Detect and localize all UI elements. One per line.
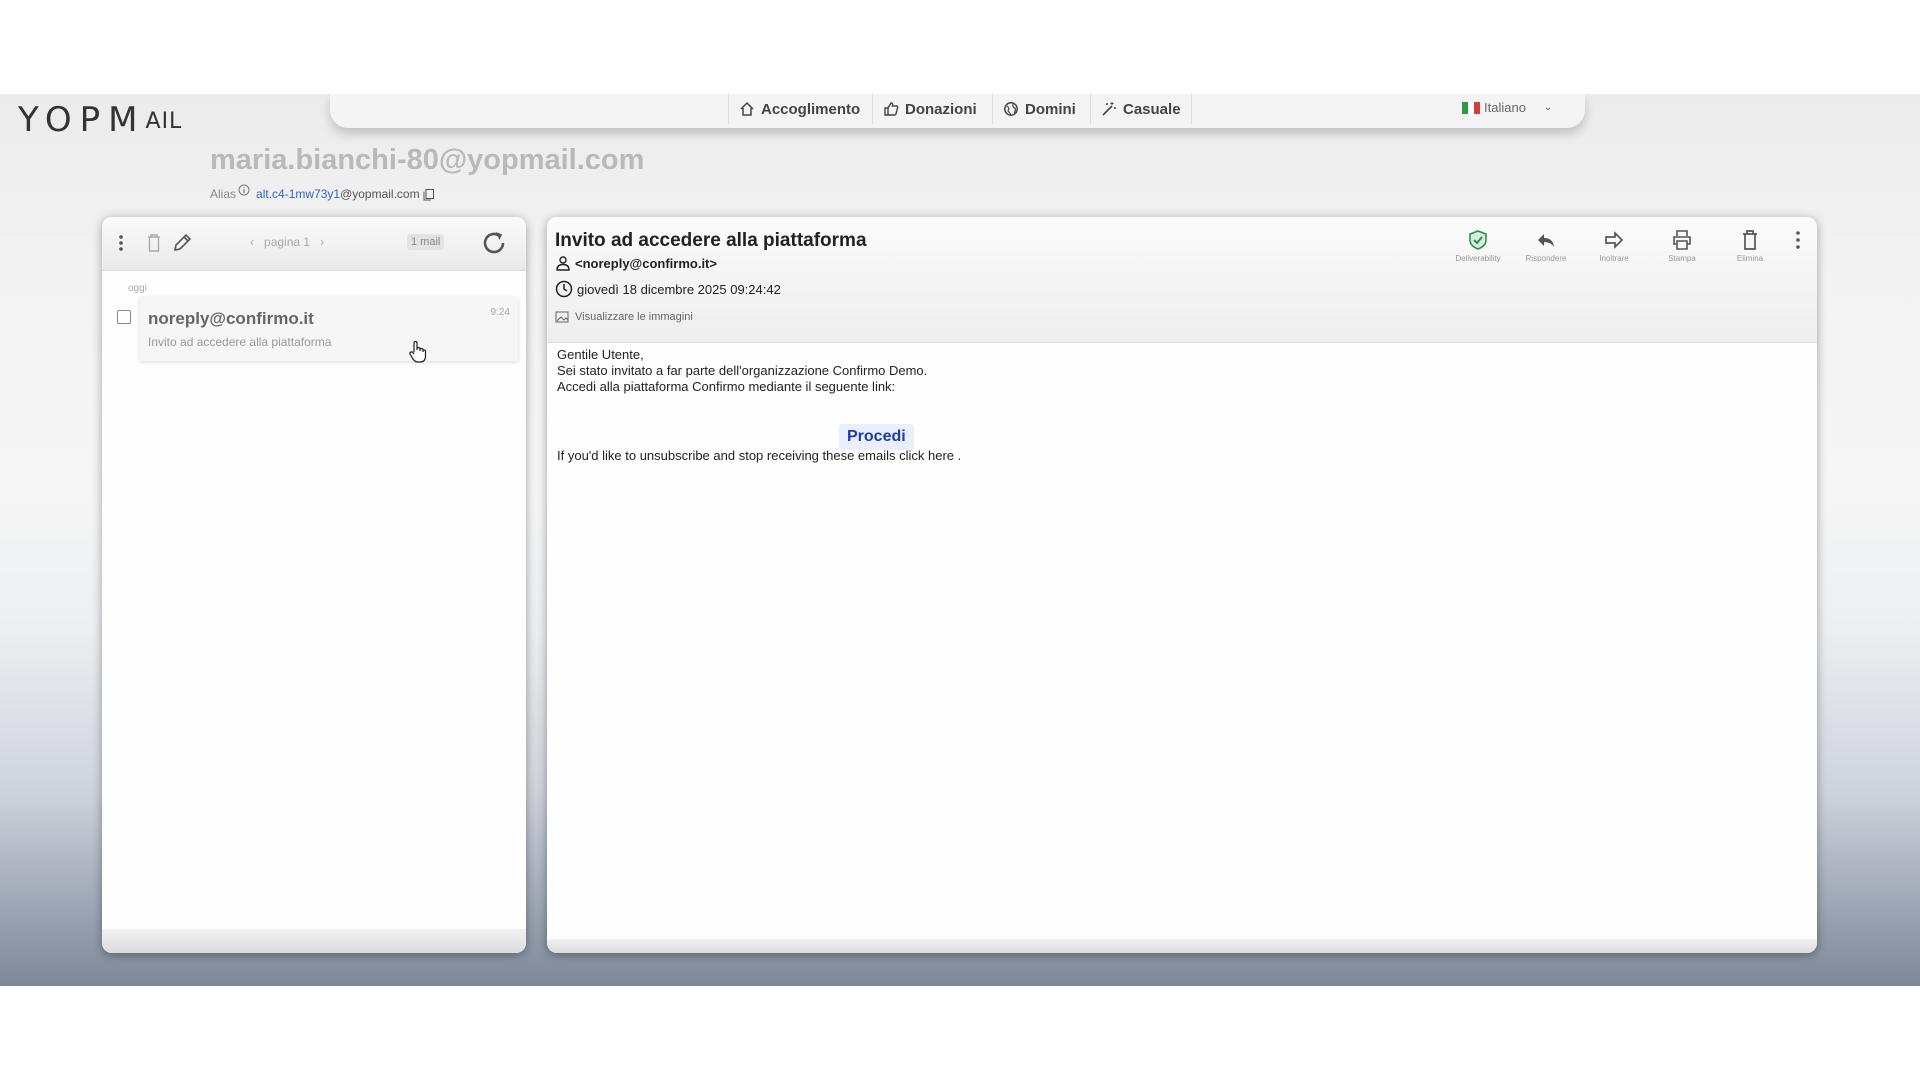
body-line: Sei stato invitato a far parte dell'orga… [557,363,928,378]
nav-label: Domini [1025,100,1076,118]
image-icon [555,311,569,323]
home-icon [740,101,754,116]
body-line: Gentile Utente, [557,347,644,362]
message-footer [547,939,1817,953]
alias-label: Alias [210,187,237,201]
language-label: Italiano [1484,100,1526,115]
alias-value[interactable]: alt.c4-1mw73y1@yopmail.com [256,187,420,201]
mail-count-badge: 1 mail [407,234,445,250]
compose-pencil-icon[interactable] [172,233,192,253]
person-icon [556,256,570,271]
message-checkbox[interactable] [117,310,131,324]
nav-casuale[interactable]: Casuale [1090,94,1192,124]
globe-icon [1004,102,1018,116]
reply-button[interactable]: Rispondere [1519,229,1573,263]
nav-label: Accoglimento [761,100,861,118]
prev-page-icon[interactable]: ‹ [250,235,254,249]
shield-check-icon [1469,230,1487,250]
action-label: Rispondere [1525,254,1567,263]
more-actions-button[interactable] [1791,229,1805,251]
procedi-button[interactable]: Procedi [839,424,914,450]
action-label: Inoltrare [1599,254,1629,263]
list-item-sender: noreply@confirmo.it [148,309,314,328]
yopmail-logo[interactable]: YOPMAIL [18,100,182,140]
pager: ‹ pagina 1 › [250,235,324,249]
message-from: <noreply@confirmo.it> [555,255,717,271]
nav-label: Casuale [1123,100,1181,118]
trash-icon [1743,230,1757,250]
more-vertical-icon[interactable] [118,233,124,253]
next-page-icon[interactable]: › [320,235,324,249]
forward-button[interactable]: Inoltrare [1587,229,1641,263]
clock-icon [555,280,573,298]
info-icon[interactable] [238,184,250,196]
hand-cursor-icon [409,340,427,363]
italy-flag-icon [1462,101,1480,114]
forward-icon [1605,230,1624,250]
delete-button[interactable]: Elimina [1723,229,1777,263]
deliverability-button[interactable]: Deliverability [1451,229,1505,263]
message-date: giovedì 18 dicembre 2025 09:24:42 [555,280,781,298]
day-group-label: oggi [128,283,147,294]
date-text: giovedì 18 dicembre 2025 09:24:42 [577,281,781,297]
from-address[interactable]: <noreply@confirmo.it> [575,256,717,271]
action-label: Stampa [1668,254,1696,263]
logo-suffix: AIL [145,109,183,134]
nav-domini[interactable]: Domini [992,94,1086,124]
unsubscribe-text[interactable]: If you'd like to unsubscribe and stop re… [557,448,961,463]
top-navbar: Accoglimento Donazioni Domini Casuale [330,94,1585,128]
list-item-subject: Invito ad accedere alla piattaforma [148,335,332,349]
list-item-time: 9:24 [490,307,510,318]
trash-icon[interactable] [146,233,162,253]
body-line: Accedi alla piattaforma Confirmo mediant… [557,379,896,394]
page-label: pagina 1 [264,235,311,249]
message-view-panel: Invito ad accedere alla piattaforma <nor… [547,217,1817,953]
list-footer [102,929,526,953]
magic-wand-icon [1102,102,1116,116]
message-body: Gentile Utente, Sei stato invitato a far… [557,347,927,395]
action-label: Elimina [1736,254,1764,263]
reply-icon [1538,234,1554,247]
alias-row: Alias alt.c4-1mw73y1@yopmail.com [210,184,435,201]
print-button[interactable]: Stampa [1655,229,1709,263]
show-images-label: Visualizzare le immagini [575,311,693,323]
list-item[interactable]: noreply@confirmo.it Invito ad accedere a… [140,297,518,361]
nav-accoglimento[interactable]: Accoglimento [728,94,870,124]
show-images-link[interactable]: Visualizzare le immagini [555,311,693,323]
thumbs-up-icon [884,102,899,116]
chevron-down-icon: ⌄ [1543,102,1553,113]
logo-main: YOPM [18,100,146,140]
more-vertical-icon [1796,231,1800,249]
list-toolbar: ‹ pagina 1 › 1 mail [102,217,526,271]
language-select[interactable]: Italiano ⌄ [1462,100,1552,115]
message-subject: Invito ad accedere alla piattaforma [555,230,867,251]
nav-donazioni[interactable]: Donazioni [872,94,987,124]
refresh-icon[interactable] [480,229,508,257]
print-icon [1673,230,1691,250]
action-label: Deliverability [1455,254,1501,263]
message-header: Invito ad accedere alla piattaforma <nor… [547,217,1817,343]
nav-label: Donazioni [905,100,977,118]
message-list-panel: ‹ pagina 1 › 1 mail oggi noreply@confirm… [102,217,526,953]
copy-icon[interactable] [422,188,435,201]
message-actions: Deliverability Rispondere Inoltrare Stam… [1451,229,1805,263]
inbox-address: maria.bianchi-80@yopmail.com [210,144,645,176]
